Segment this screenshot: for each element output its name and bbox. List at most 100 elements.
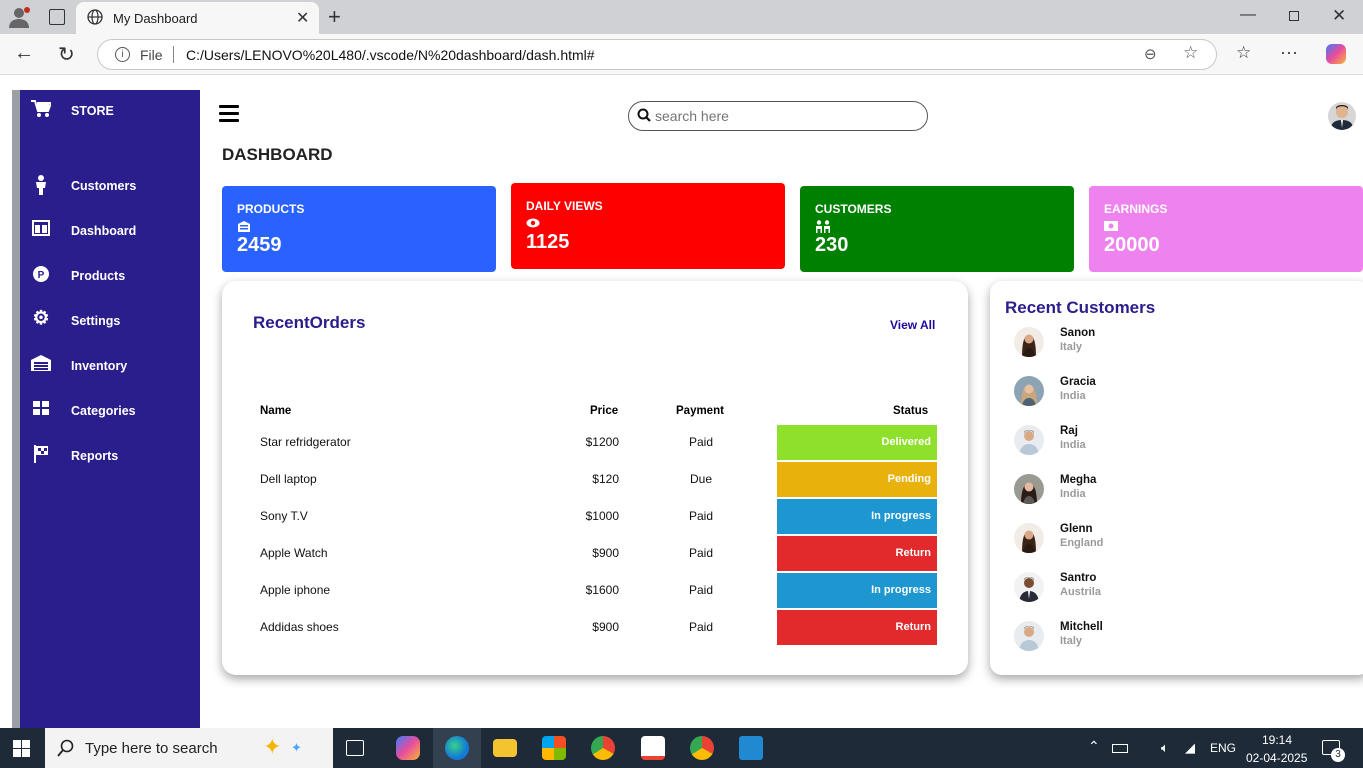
edge-icon[interactable] [445,736,469,760]
copilot-icon[interactable] [1326,44,1346,64]
person-icon [30,175,52,197]
order-name: Dell laptop [260,472,317,486]
tab-actions-icon[interactable] [49,9,65,25]
order-name: Star refridgerator [260,435,351,449]
info-icon[interactable]: i [115,47,130,62]
sidebar-item-inventory[interactable]: Inventory [20,353,200,383]
address-bar[interactable]: i File C:/Users/LENOVO%20L480/.vscode/N%… [97,39,1217,70]
chrome-icon[interactable] [591,736,615,760]
customer-item[interactable]: Gracia India [990,376,1350,416]
stat-card-title: DAILY VIEWS [526,199,603,213]
table-row[interactable]: Sony T.V $1000 Paid In progress [222,499,968,535]
customer-country: India [1060,439,1086,451]
url-scheme: File [140,47,163,63]
file-explorer-icon[interactable] [493,739,517,757]
minimize-icon[interactable]: — [1240,6,1256,24]
sidebar-item-reports[interactable]: Reports [20,443,200,473]
profile-icon[interactable] [8,6,30,28]
sidebar-item-categories[interactable]: Categories [20,398,200,428]
new-tab-icon[interactable]: + [328,4,341,30]
sparkle-small-icon: ✦ [291,740,302,755]
chrome-profile-icon[interactable] [690,736,714,760]
clock-date[interactable]: 02-04-2025 [1246,751,1307,765]
sidebar-brand[interactable]: STORE [20,98,200,128]
search-box[interactable] [628,101,928,131]
sparkle-icon: ✦ [263,734,282,759]
gmail-icon[interactable] [641,736,665,760]
network-icon[interactable]: ◢ [1185,740,1195,756]
language-indicator[interactable]: ENG [1210,741,1236,755]
taskbar-search[interactable]: Type here to search ✦ ✦ [45,728,333,768]
customer-item[interactable]: Glenn England [990,523,1350,563]
stat-card-title: EARNINGS [1104,202,1168,216]
stat-card-daily-views: DAILY VIEWS 1125 [511,183,785,269]
reload-icon[interactable]: ↻ [58,42,75,67]
table-row[interactable]: Dell laptop $120 Due Pending [222,462,968,498]
show-hidden-icons-icon[interactable]: ⌃ [1088,738,1100,755]
table-row[interactable]: Star refridgerator $1200 Paid Delivered [222,425,968,461]
column-header-status: Status [893,405,929,417]
sidebar: STORE Customers Dashboard P Products ⚙ S… [20,90,200,728]
windows-start-icon[interactable] [13,740,30,757]
close-tab-icon[interactable]: ✕ [296,8,309,28]
stat-card-products: PRODUCTS 2459 [222,186,496,272]
status-badge: In progress [777,573,937,608]
order-name: Sony T.V [260,509,308,523]
customer-item[interactable]: Sanon Italy [990,327,1350,367]
customer-country: Italy [1060,635,1083,647]
customer-avatar [1014,425,1044,455]
customer-avatar [1014,376,1044,406]
customer-name: Raj [1060,425,1078,437]
favorites-icon[interactable]: ☆ [1236,43,1251,63]
page-title: DASHBOARD [222,145,333,164]
status-badge: Return [777,610,937,645]
user-avatar[interactable] [1328,102,1356,130]
customer-avatar [1014,523,1044,553]
restore-icon[interactable] [1289,11,1299,21]
sidebar-item-customers[interactable]: Customers [20,173,200,203]
customer-item[interactable]: Raj India [990,425,1350,465]
order-name: Apple iphone [260,583,331,597]
search-input[interactable] [655,107,915,125]
close-window-icon[interactable]: ✕ [1332,6,1346,26]
clock-time[interactable]: 19:14 [1262,733,1292,747]
gear-icon: ⚙ [32,308,50,329]
hamburger-menu-icon[interactable] [219,105,239,125]
money-icon [1104,220,1118,234]
table-row[interactable]: Apple Watch $900 Paid Return [222,536,968,572]
task-view-icon[interactable] [346,740,364,756]
customer-avatar [1014,572,1044,602]
stat-card-value: 20000 [1104,234,1160,256]
recent-orders-panel: RecentOrders View All Name Price Payment… [222,281,968,675]
sidebar-item-products[interactable]: P Products [20,263,200,293]
customer-item[interactable]: Santro Austrila [990,572,1350,612]
customer-name: Sanon [1060,327,1096,339]
back-icon[interactable]: ← [14,42,34,65]
store-icon[interactable] [542,736,566,760]
cart-icon [30,100,53,122]
order-payment: Paid [688,509,714,523]
customer-item[interactable]: Megha India [990,474,1350,514]
customer-country: Austrila [1060,586,1101,598]
vscode-icon[interactable] [739,736,763,760]
copilot-taskbar-icon[interactable] [396,736,420,760]
column-header-name: Name [260,405,292,417]
volume-icon[interactable]: 🔈︎ [1161,740,1169,756]
tab-my-dashboard[interactable]: My Dashboard ✕ [76,2,319,34]
customer-item[interactable]: Mitchell Italy [990,621,1350,661]
notification-count: 3 [1331,748,1345,762]
product-icon: P [30,265,52,287]
battery-icon[interactable] [1112,744,1128,753]
order-price: $1600 [585,583,619,597]
favorite-star-icon[interactable]: ☆ [1183,43,1198,63]
sidebar-item-label: Settings [71,314,121,328]
table-row[interactable]: Addidas shoes $900 Paid Return [222,610,968,646]
sidebar-item-settings[interactable]: ⚙ Settings [20,308,200,338]
sidebar-item-dashboard[interactable]: Dashboard [20,218,200,248]
zoom-icon[interactable]: ⊖ [1144,45,1157,63]
taskbar-search-text: Type here to search [85,740,218,757]
table-row[interactable]: Apple iphone $1600 Paid In progress [222,573,968,609]
recent-customers-title: Recent Customers [1005,298,1156,317]
view-all-link[interactable]: View All [890,318,935,332]
more-menu-icon[interactable]: ··· [1280,42,1298,63]
